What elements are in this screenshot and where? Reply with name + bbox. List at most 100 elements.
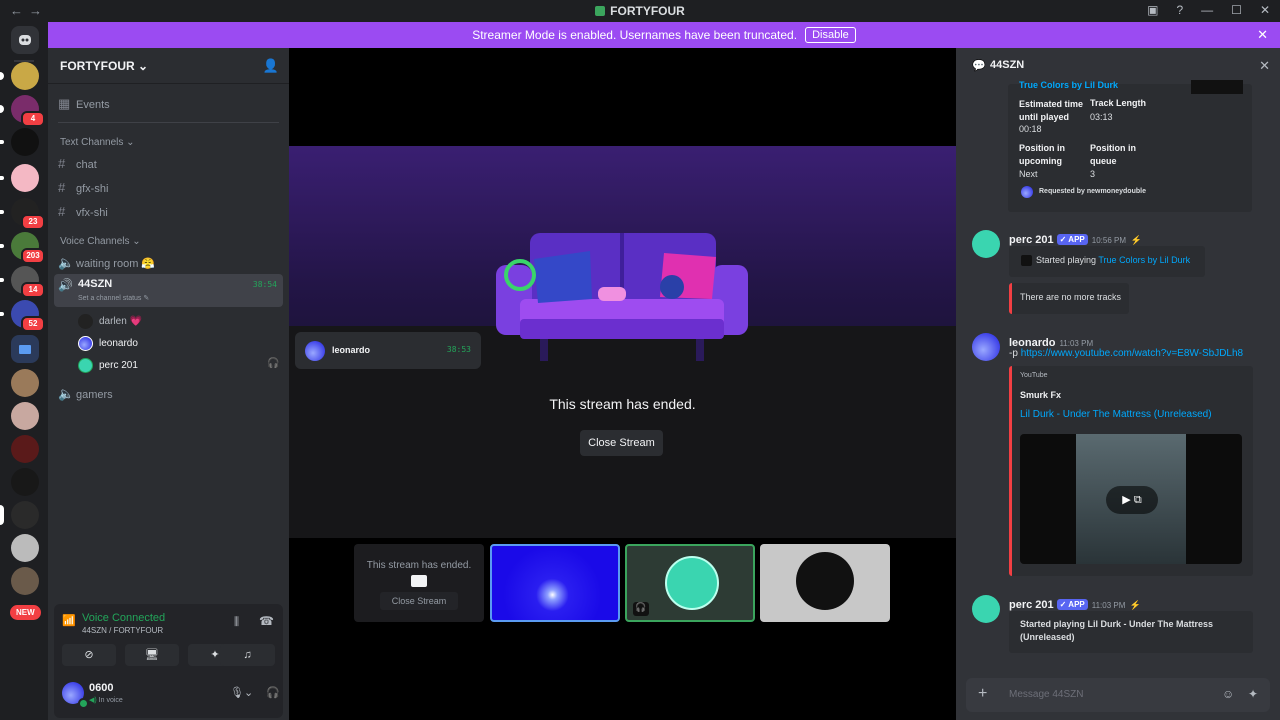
chevron-down-icon: ⌄ xyxy=(132,236,141,247)
participant-tile[interactable]: leonardo 38:53 xyxy=(295,332,481,369)
video-tile-perc-201[interactable]: 🎧 xyxy=(625,544,755,622)
voice-timer: 38:54 xyxy=(252,280,277,289)
disconnect-icon[interactable]: ☎ xyxy=(259,614,274,628)
video-tile-leonardo[interactable] xyxy=(490,544,620,622)
voice-user[interactable]: leonardo xyxy=(78,336,138,351)
voice-channel-waiting-room[interactable]: 🔈 waiting room 😤 xyxy=(58,255,155,271)
thumbnail-image xyxy=(1191,80,1243,94)
server-icon[interactable]: 14 xyxy=(0,266,45,298)
server-icon[interactable] xyxy=(0,128,39,156)
help-icon[interactable]: ? xyxy=(1176,3,1183,17)
stream-thumbnail[interactable]: This stream has ended. Close Stream xyxy=(354,544,484,622)
voice-channel-44szn[interactable]: 🔊 44SZN 38:54 Set a channel status ✎ xyxy=(54,274,283,307)
couch-illustration xyxy=(496,233,748,361)
camera-off-icon: ⊘ xyxy=(84,649,94,661)
chevron-down-icon: ⌄ xyxy=(126,137,135,148)
track-link[interactable]: True Colors by Lil Durk xyxy=(1098,255,1190,265)
set-channel-status[interactable]: Set a channel status ✎ xyxy=(78,294,149,302)
apps-icon[interactable]: ✦ xyxy=(1248,687,1258,701)
camera-button[interactable]: ⊘ xyxy=(62,644,116,666)
server-icon[interactable]: 4 xyxy=(0,95,45,127)
thumb-close-stream-button[interactable]: Close Stream xyxy=(380,592,458,610)
soundboard-button[interactable]: ♫ xyxy=(220,644,275,666)
guild-header[interactable]: FORTYFOUR ⌄ 👤 xyxy=(48,48,289,84)
voice-connection-panel: 📶 Voice Connected 44SZN / FORTYFOUR ⫼ ☎ … xyxy=(54,604,318,718)
server-icon[interactable] xyxy=(0,62,39,90)
voice-user[interactable]: darlen 💗 xyxy=(78,314,142,329)
server-icon[interactable] xyxy=(11,567,39,595)
guild-name[interactable]: FORTYFOUR ⌄ xyxy=(60,59,148,73)
message-author[interactable]: perc 201 xyxy=(1009,599,1054,611)
channel-sidebar: FORTYFOUR ⌄ 👤 ▦ Events Text Channels ⌄ # c… xyxy=(48,48,318,720)
eta-value: 00:18 xyxy=(1019,124,1042,134)
close-stream-button[interactable]: Close Stream xyxy=(580,430,663,456)
hashtag-icon: # xyxy=(58,180,66,195)
voice-user[interactable]: perc 201 xyxy=(78,358,138,373)
maximize-icon[interactable]: ☐ xyxy=(1231,3,1242,17)
close-window-icon[interactable]: ✕ xyxy=(1260,3,1270,17)
server-icon[interactable] xyxy=(11,369,39,397)
microphone-icon[interactable]: 🎙⌄ xyxy=(230,686,253,699)
folder-icon[interactable] xyxy=(11,335,39,363)
thumb-ended-text: This stream has ended. xyxy=(366,560,472,571)
close-chat-icon[interactable]: ✕ xyxy=(1259,58,1270,74)
now-playing-embed: Started playing True Colors by Lil Durk xyxy=(1009,246,1205,277)
server-icon[interactable]: 52 xyxy=(0,300,45,332)
emoji-icon[interactable]: ☺ xyxy=(1222,687,1234,701)
track-link[interactable]: True Colors by Lil Durk xyxy=(1019,80,1118,90)
voice-channel-gamers[interactable]: 🔈 gamers xyxy=(58,386,113,402)
video-tile-darlen[interactable] xyxy=(760,544,890,622)
add-attachment-icon[interactable]: + xyxy=(978,685,987,703)
user-name[interactable]: 0600 xyxy=(89,682,113,694)
video-player[interactable]: ▶ ⧉ xyxy=(1020,434,1242,564)
channel-gfx-shi[interactable]: # gfx-shi xyxy=(58,180,108,195)
avatar xyxy=(78,336,93,351)
calendar-icon: ▦ xyxy=(58,96,71,111)
no-more-tracks-text: There are no more tracks xyxy=(1020,292,1122,302)
message-input[interactable]: + Message 44SZN ☺ ✦ xyxy=(966,678,1270,712)
mention-badge: 14 xyxy=(21,282,45,298)
video-title-link[interactable]: Lil Durk - Under The Mattress (Unrelease… xyxy=(1020,409,1212,420)
channel-vfx-shi[interactable]: # vfx-shi xyxy=(58,204,108,219)
avatar[interactable] xyxy=(972,595,1000,623)
streamer-mode-banner: Streamer Mode is enabled. Usernames have… xyxy=(48,22,1280,48)
disable-button[interactable]: Disable xyxy=(805,27,856,43)
no-more-tracks-embed: There are no more tracks xyxy=(1009,283,1129,314)
youtube-link[interactable]: https://www.youtube.com/watch?v=E8W-SbJD… xyxy=(1021,348,1243,359)
speaker-icon: 🔈 xyxy=(58,255,75,270)
message-placeholder[interactable]: Message 44SZN xyxy=(1009,689,1083,700)
home-button[interactable] xyxy=(11,26,39,54)
close-banner-icon[interactable]: ✕ xyxy=(1257,27,1268,43)
avatar xyxy=(1021,186,1033,198)
hashtag-icon: # xyxy=(58,156,66,171)
server-icon[interactable] xyxy=(11,534,39,562)
headphones-icon[interactable]: 🎧 xyxy=(266,686,280,699)
screen-share-button[interactable]: 🖥 xyxy=(125,644,179,666)
voice-status[interactable]: Voice Connected xyxy=(82,612,165,624)
embed-author[interactable]: Smurk Fx xyxy=(1020,390,1061,400)
events-item[interactable]: ▦ Events xyxy=(58,96,110,112)
server-icon[interactable] xyxy=(0,501,39,529)
channel-chat[interactable]: # chat xyxy=(58,156,97,171)
avatar[interactable] xyxy=(972,230,1000,258)
message-author[interactable]: perc 201 xyxy=(1009,234,1054,246)
server-icon[interactable] xyxy=(0,164,39,192)
inbox-icon[interactable]: ▣ xyxy=(1147,3,1158,17)
add-member-icon[interactable]: 👤 xyxy=(263,58,279,74)
category-text-channels[interactable]: Text Channels ⌄ xyxy=(60,137,135,148)
emoji: 😤 xyxy=(141,258,156,270)
category-voice-channels[interactable]: Voice Channels ⌄ xyxy=(60,236,141,247)
minimize-icon[interactable]: — xyxy=(1201,3,1213,17)
voice-location[interactable]: 44SZN / FORTYFOUR xyxy=(82,626,163,635)
server-icon[interactable]: 23 xyxy=(0,198,45,230)
window-title: FORTYFOUR xyxy=(0,4,1280,18)
noise-suppression-icon[interactable]: ⫼ xyxy=(234,616,239,629)
server-icon[interactable]: 203 xyxy=(0,232,45,264)
avatar[interactable] xyxy=(972,333,1000,361)
play-button[interactable]: ▶ ⧉ xyxy=(1106,486,1158,514)
server-icon[interactable] xyxy=(11,402,39,430)
server-icon[interactable] xyxy=(11,435,39,463)
server-icon[interactable] xyxy=(11,468,39,496)
participant-timer: 38:53 xyxy=(446,345,471,354)
position-upcoming-label: Position in upcoming xyxy=(1019,143,1065,166)
